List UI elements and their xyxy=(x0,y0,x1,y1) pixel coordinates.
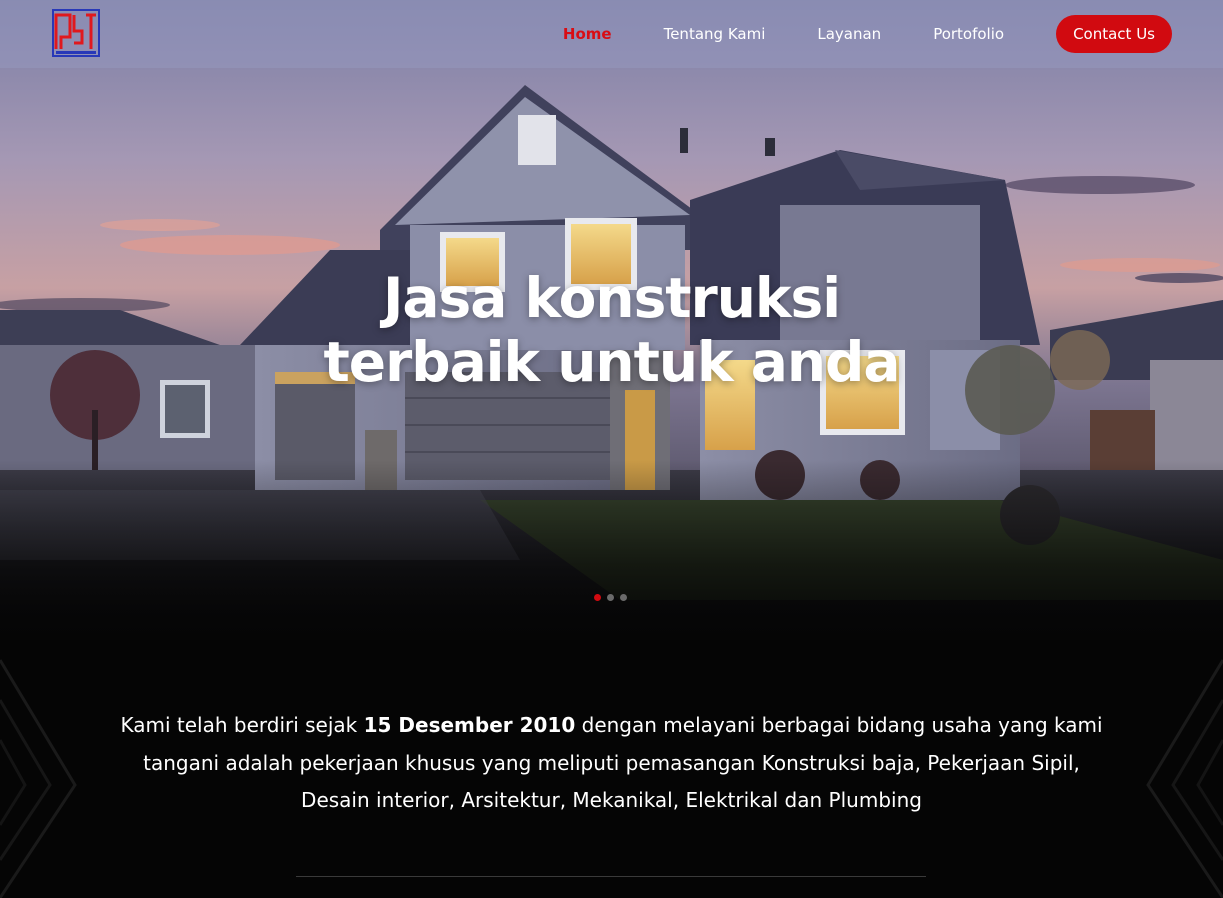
slider-dot-3[interactable] xyxy=(620,594,627,601)
navbar: Home Tentang Kami Layanan Portofolio Con… xyxy=(0,0,1223,68)
slider-dots xyxy=(594,594,633,601)
hero-headline-line-1: Jasa konstruksi xyxy=(382,266,841,330)
about-paragraph: Kami telah berdiri sejak 15 Desember 201… xyxy=(110,707,1113,820)
hero-fade-overlay xyxy=(0,460,1223,640)
nav-links: Home Tentang Kami Layanan Portofolio Con… xyxy=(563,15,1172,53)
ast-logo-icon[interactable] xyxy=(52,9,100,57)
left-chevron-decoration xyxy=(0,659,77,898)
nav-layanan-link[interactable]: Layanan xyxy=(817,25,881,43)
slider-dot-2[interactable] xyxy=(607,594,614,601)
nav-tentang-kami-link[interactable]: Tentang Kami xyxy=(664,25,766,43)
slider-dot-1[interactable] xyxy=(594,594,601,601)
right-chevron-decoration xyxy=(1146,659,1223,898)
about-text-before: Kami telah berdiri sejak xyxy=(120,713,364,737)
nav-portofolio-link[interactable]: Portofolio xyxy=(933,25,1004,43)
section-divider xyxy=(296,876,926,877)
contact-us-button[interactable]: Contact Us xyxy=(1056,15,1172,53)
nav-home-link[interactable]: Home xyxy=(563,25,612,43)
hero-headline: Jasa konstruksi terbaik untuk anda xyxy=(0,266,1223,394)
hero-headline-line-2: terbaik untuk anda xyxy=(323,330,900,394)
about-section: Kami telah berdiri sejak 15 Desember 201… xyxy=(0,640,1223,898)
hero-section: Jasa konstruksi terbaik untuk anda xyxy=(0,0,1223,640)
about-date-highlight: 15 Desember 2010 xyxy=(363,713,576,737)
page: Jasa konstruksi terbaik untuk anda Home … xyxy=(0,0,1223,898)
